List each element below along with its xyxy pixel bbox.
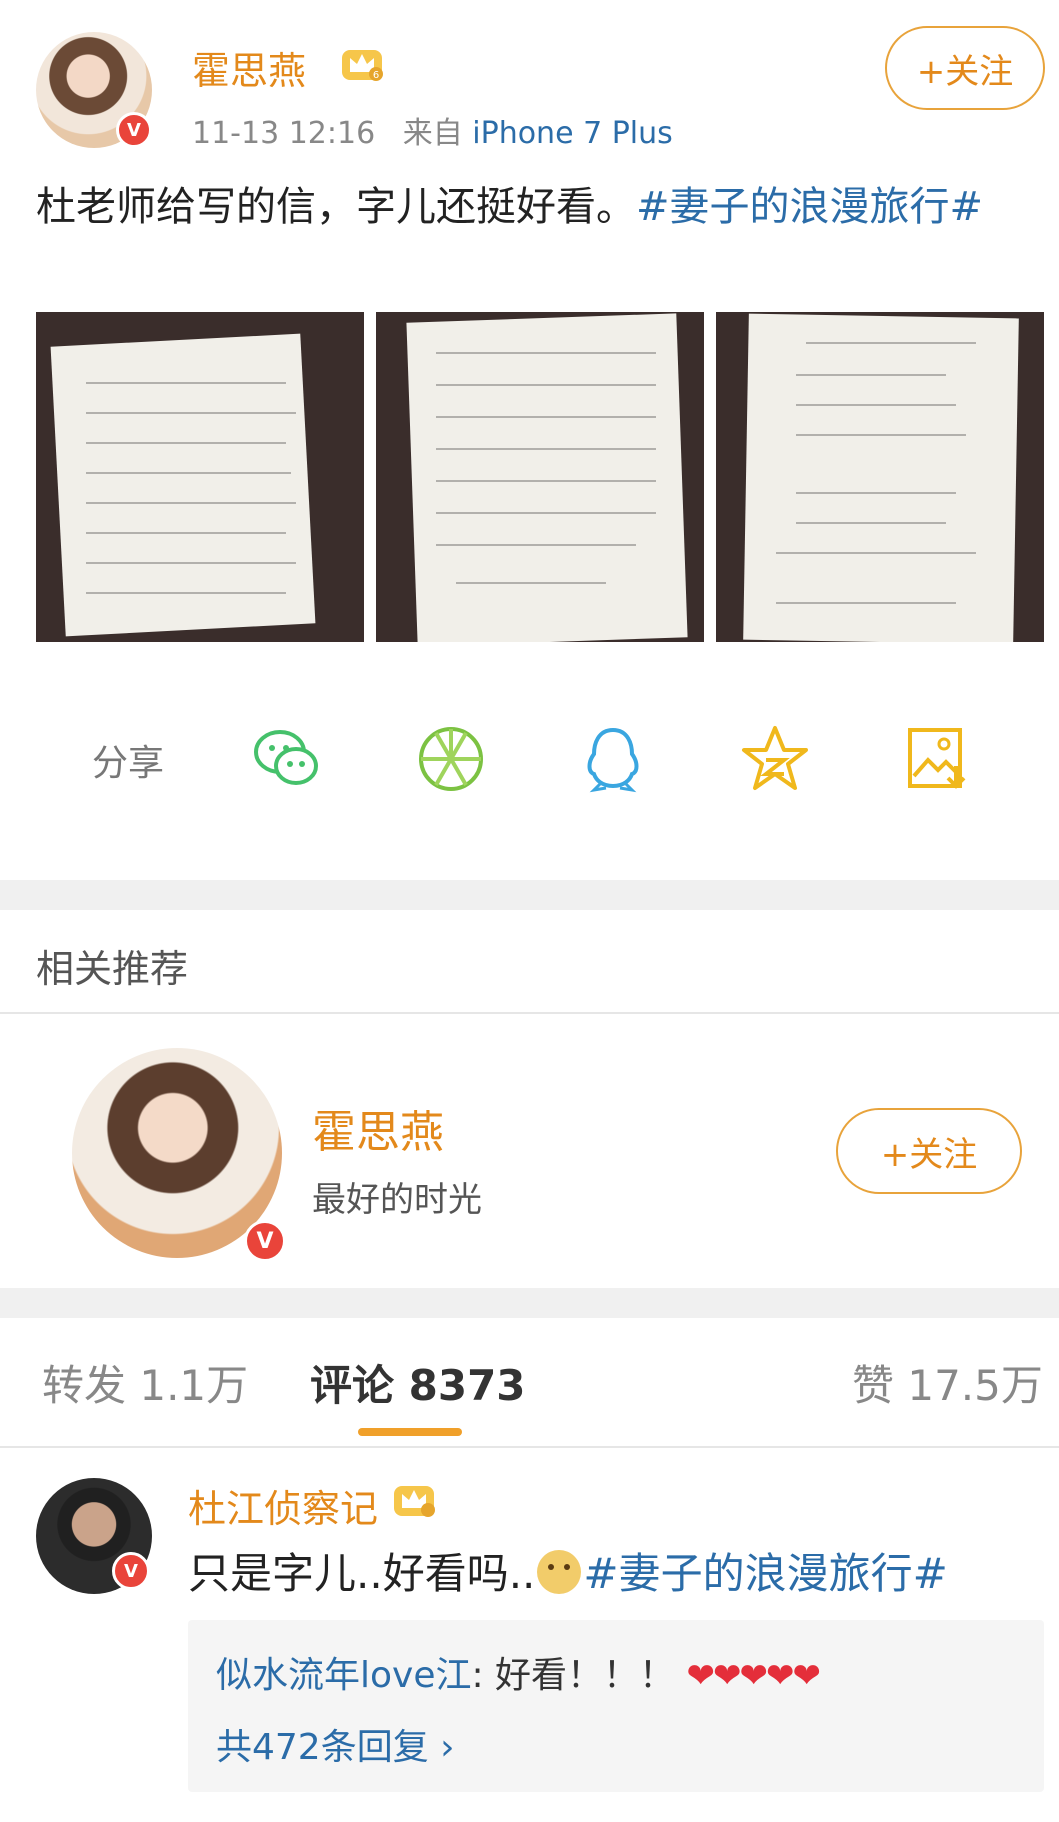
tab-comment[interactable]: 评论 8373 — [310, 1352, 526, 1413]
post-time: 11-13 12:16 — [192, 116, 376, 151]
reply-line: 似水流年love江: 好看！！！ ❤❤❤❤❤ — [216, 1646, 821, 1698]
follow-button[interactable]: +关注 — [885, 26, 1045, 110]
section-divider — [0, 880, 1059, 910]
reply-count-link[interactable]: 共472条回复 › — [216, 1718, 455, 1770]
svg-text:6: 6 — [373, 70, 379, 81]
share-label: 分享 — [92, 743, 165, 784]
share-row: 分享 — [0, 700, 1059, 810]
photo-2[interactable] — [376, 312, 704, 642]
related-title: 相关推荐 — [36, 947, 189, 991]
recommend-desc: 最好的时光 — [312, 1180, 482, 1220]
author-name[interactable]: 霍思燕 — [192, 40, 306, 95]
photo-grid — [36, 312, 1044, 642]
post-meta: 11-13 12:16 来自 iPhone 7 Plus — [192, 108, 673, 152]
source-prefix: 来自 — [402, 116, 463, 151]
post-text: 杜老师给写的信，字儿还挺好看。#妻子的浪漫旅行# — [36, 176, 1026, 238]
reply-text: : 好看！！！ — [471, 1655, 676, 1696]
recommend-follow-button[interactable]: +关注 — [836, 1108, 1022, 1194]
verified-badge-icon: V — [244, 1220, 286, 1262]
post-header: V 霍思燕 6 11-13 12:16 来自 iPhone 7 Plus +关注 — [0, 0, 1059, 160]
crown-icon: 6 — [342, 50, 383, 81]
crown-icon — [394, 1486, 435, 1517]
divider-line — [0, 1446, 1059, 1448]
doge-emoji-icon — [537, 1550, 582, 1594]
reply-box[interactable]: 似水流年love江: 好看！！！ ❤❤❤❤❤ 共472条回复 › — [188, 1620, 1044, 1792]
recommend-name[interactable]: 霍思燕 — [312, 1096, 444, 1160]
tab-like[interactable]: 赞 17.5万 — [852, 1352, 1043, 1413]
heart-emoji-icon: ❤❤❤❤❤ — [686, 1656, 821, 1696]
photo-3[interactable] — [716, 312, 1044, 642]
comment-topic-link[interactable]: #妻子的浪漫旅行# — [583, 1549, 947, 1598]
qq-icon[interactable] — [576, 722, 650, 796]
save-image-icon[interactable] — [900, 722, 974, 796]
divider-line — [0, 1012, 1059, 1014]
tab-repost[interactable]: 转发 1.1万 — [42, 1352, 248, 1413]
verified-badge-icon: V — [112, 1552, 150, 1590]
wechat-icon[interactable] — [250, 722, 324, 796]
photo-1[interactable] — [36, 312, 364, 642]
comment-text: 只是字儿..好看吗.. #妻子的浪漫旅行# — [188, 1540, 948, 1601]
moments-icon[interactable] — [414, 722, 488, 796]
source-device[interactable]: iPhone 7 Plus — [472, 116, 673, 151]
qzone-icon[interactable] — [738, 722, 812, 796]
comment-author[interactable]: 杜江侦察记 — [188, 1478, 378, 1533]
comment-body: 只是字儿..好看吗.. — [188, 1549, 536, 1598]
verified-badge-icon: V — [116, 112, 152, 148]
post-body: 杜老师给写的信，字儿还挺好看。 — [36, 184, 636, 230]
reply-user[interactable]: 似水流年love江 — [216, 1655, 471, 1696]
topic-link[interactable]: #妻子的浪漫旅行# — [636, 184, 983, 230]
active-tab-indicator — [358, 1428, 462, 1436]
section-divider — [0, 1288, 1059, 1318]
